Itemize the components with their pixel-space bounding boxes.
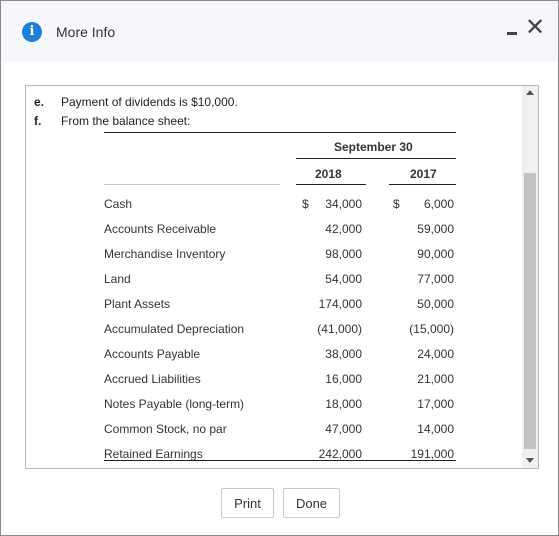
row-label: Notes Payable (long-term) [104,397,245,411]
clipped-text-line: ‾ ‾ ‾ ‾ ‾ ‾ ‾ ‾ ‾ ‾ ‾ ‾ ‾ ‾ ‾ [62,85,198,94]
value-2017: 50,000 [417,297,454,311]
value-2018: 47,000 [325,422,362,436]
item-text: Payment of dividends is $10,000. [61,95,238,109]
table-row: Notes Payable (long-term) 18,000 17,000 [104,397,456,415]
list-item-e: e. Payment of dividends is $10,000. [34,95,484,111]
table-row: Accounts Payable 38,000 24,000 [104,347,456,365]
value-2018: 98,000 [325,247,362,261]
value-2017: 59,000 [417,222,454,236]
value-2018: 242,000 [318,447,362,461]
year-rule-2017 [389,184,456,185]
label-rule [104,184,280,185]
table-row: Accounts Receivable 42,000 59,000 [104,222,456,240]
value-2018: 16,000 [325,372,362,386]
value-2017: 6,000 [423,197,454,211]
table-row: Accrued Liabilities 16,000 21,000 [104,372,456,390]
row-label: Accounts Payable [104,347,201,361]
row-label: Land [104,272,131,286]
minimize-icon[interactable] [507,32,517,35]
value-2018: 34,000 [325,197,362,211]
column-header-2017: 2017 [410,167,437,181]
table-row: Land 54,000 77,000 [104,272,456,290]
table-row: Accumulated Depreciation (41,000) (15,000) [104,322,456,340]
table-row: Merchandise Inventory 98,000 90,000 [104,247,456,265]
value-2017: 17,000 [417,397,454,411]
currency-symbol-2017: $ [393,197,400,211]
row-label: Cash [104,197,133,211]
value-2018: 42,000 [325,222,362,236]
currency-symbol-2018: $ [302,197,309,211]
value-2017: 14,000 [417,422,454,436]
value-2018: 18,000 [325,397,362,411]
close-icon[interactable]: ✕ [525,15,545,39]
value-2017: (15,000) [409,322,454,336]
table-row: Cash $34,000 $6,000 [104,197,456,215]
row-label: Accumulated Depreciation [104,322,245,336]
dialog-header: i More Info ✕ [1,1,558,61]
value-2017: 21,000 [417,372,454,386]
period-header: September 30 [334,140,413,154]
scroll-up-arrow-icon[interactable] [526,90,534,95]
value-2018: 54,000 [325,272,362,286]
table-top-rule [104,132,456,133]
row-label: Accrued Liabilities [104,372,201,386]
row-label: Accounts Receivable [104,222,217,236]
list-item-f: f. From the balance sheet: [34,114,484,130]
scrollable-content[interactable]: ‾ ‾ ‾ ‾ ‾ ‾ ‾ ‾ ‾ ‾ ‾ ‾ ‾ ‾ ‾ e. Payment… [25,85,539,469]
row-label: Merchandise Inventory [104,247,226,261]
scroll-thumb[interactable] [524,173,536,449]
item-text: From the balance sheet: [61,114,191,128]
row-label: Retained Earnings [104,447,203,461]
row-label: Plant Assets [104,297,171,311]
value-2017: 90,000 [417,247,454,261]
print-button[interactable]: Print [221,488,274,518]
value-2017: 77,000 [417,272,454,286]
info-icon: i [22,22,42,42]
value-2018: 38,000 [325,347,362,361]
vertical-scrollbar[interactable] [522,86,538,468]
table-row: Retained Earnings 242,000 191,000 [104,447,456,465]
row-label: Common Stock, no par [104,422,227,436]
dialog-title: More Info [56,24,116,40]
item-marker: f. [34,114,42,128]
year-rule-2018 [296,184,366,185]
value-2017: 24,000 [417,347,454,361]
value-2018: 174,000 [318,297,362,311]
done-button[interactable]: Done [283,488,340,518]
scroll-down-arrow-icon[interactable] [526,458,534,463]
table-row: Common Stock, no par 47,000 14,000 [104,422,456,440]
item-marker: e. [34,95,45,109]
value-2017: 191,000 [410,447,454,461]
period-rule [296,158,456,159]
table-row: Plant Assets 174,000 50,000 [104,297,456,315]
more-info-dialog: i More Info ✕ ‾ ‾ ‾ ‾ ‾ ‾ ‾ ‾ ‾ ‾ ‾ ‾ ‾ … [0,0,559,536]
value-2018: (41,000) [317,322,362,336]
table-bottom-rule [104,460,456,461]
column-header-2018: 2018 [315,167,342,181]
